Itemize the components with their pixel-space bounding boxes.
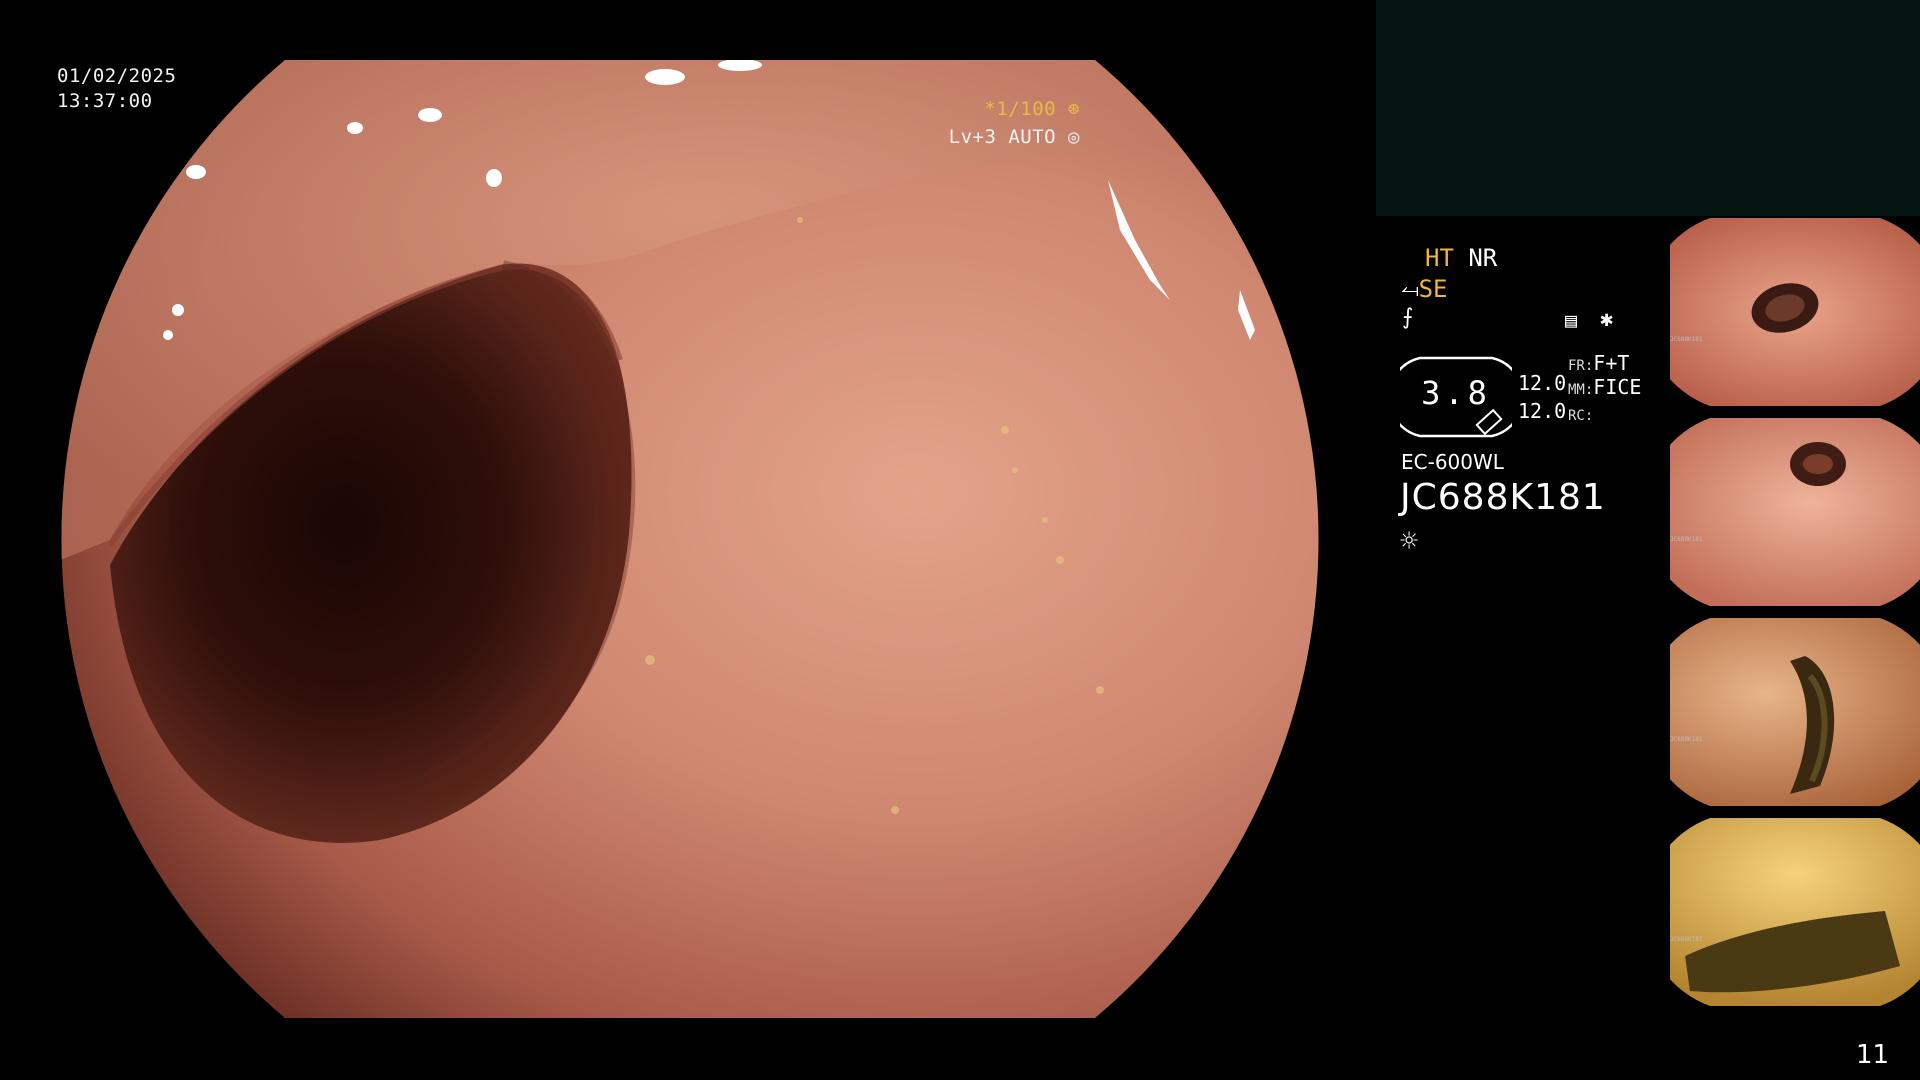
color-enhance-icon: ⨍ (1402, 305, 1414, 330)
thumbnail-4-caption: JC688K181 (1670, 936, 1703, 943)
structure-enhance-icon: ⥚ (1401, 278, 1419, 303)
osd-date: 01/02/2025 (57, 65, 177, 87)
thumbnail-4-image (1670, 818, 1920, 1006)
shutter-value: *1/100 (984, 98, 1057, 120)
thumbnail-3-image (1670, 618, 1920, 806)
mm-value: FICE (1593, 375, 1642, 399)
thumbnail-3[interactable]: JC688K181 (1670, 616, 1920, 812)
rc-label: RC: (1568, 408, 1594, 424)
thumbnail-2-image (1670, 418, 1920, 606)
val1: 12.0 (1518, 371, 1567, 395)
osd-datetime: 01/02/2025 13:37:00 (57, 64, 176, 114)
side-dark-block (1376, 0, 1920, 216)
auto-iris-icon: ◎ (1068, 126, 1080, 148)
scope-serial: JC688K181 (1400, 477, 1606, 518)
mm-label: MM: (1568, 382, 1594, 398)
fr-label: FR: (1568, 358, 1594, 374)
se-label: SE (1418, 275, 1448, 303)
thumbnail-4[interactable]: JC688K181 (1670, 816, 1920, 1012)
fr-value: F+T (1593, 351, 1630, 375)
shutter-icon: ⊛ (1068, 98, 1080, 120)
osd-time: 13:37:00 (57, 90, 153, 112)
thumbnail-1-image (1670, 218, 1920, 406)
light-icon: ☼ (1400, 524, 1419, 559)
gauge-value: 3.8 (1421, 374, 1491, 412)
thumbnail-strip: JC688K181 JC688K181 JC688K181 JC688K181 (1670, 216, 1920, 1020)
ht-label: HT (1425, 244, 1454, 272)
val2: 12.0 (1518, 399, 1567, 423)
record-icon: ▤ (1565, 308, 1578, 332)
scope-model: EC-600WL (1401, 450, 1504, 474)
osd-level: Lv+3 AUTO ◎ (949, 126, 1080, 148)
level-value: Lv+3 AUTO (948, 126, 1057, 148)
se-row: ⥚SE (1401, 275, 1448, 305)
asterisk-icon: ✱ (1600, 307, 1614, 332)
osd-shutter: *1/100 ⊛ (984, 98, 1080, 120)
thumbnail-3-caption: JC688K181 (1670, 736, 1703, 743)
thumbnail-1[interactable]: JC688K181 (1670, 216, 1920, 412)
mm-row: MM:FICE (1568, 374, 1641, 403)
thumbnail-2-caption: JC688K181 (1670, 536, 1703, 543)
rc-row: RC: (1568, 400, 1593, 429)
page-number: 11 (1856, 1040, 1890, 1070)
ht-nr-row: HT NR (1425, 244, 1497, 272)
nr-label: NR (1468, 244, 1498, 272)
thumbnail-2[interactable]: JC688K181 (1670, 416, 1920, 612)
thumbnail-1-caption: JC688K181 (1670, 336, 1703, 343)
